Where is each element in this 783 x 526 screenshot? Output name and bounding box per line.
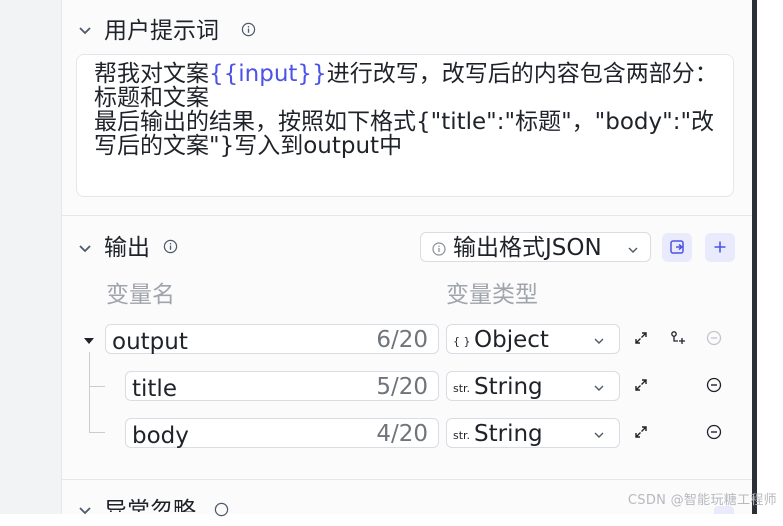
expand-icon[interactable] xyxy=(633,377,649,393)
remove-icon[interactable] xyxy=(706,424,722,440)
plus-icon xyxy=(714,241,726,253)
output-name-value: output xyxy=(112,329,188,355)
info-icon xyxy=(431,241,447,257)
string-type-icon: str. xyxy=(453,429,471,442)
exception-section-title: 异常忽略 xyxy=(104,498,196,524)
remove-disabled-icon xyxy=(706,330,722,346)
chevron-down-icon xyxy=(591,333,607,349)
tree-line xyxy=(89,352,90,432)
remove-icon[interactable] xyxy=(706,377,722,393)
expand-icon[interactable] xyxy=(633,330,649,346)
body-type-value: String xyxy=(474,421,543,447)
tree-line xyxy=(89,432,105,433)
watermark: CSDN @智能玩糖工程师 xyxy=(627,493,777,508)
body-name-value: body xyxy=(132,423,189,449)
body-type-select[interactable]: str. String xyxy=(446,418,620,448)
add-output-button[interactable] xyxy=(705,233,735,262)
info-icon[interactable] xyxy=(241,22,256,37)
object-type-icon: { } xyxy=(453,335,471,348)
body-char-count: 4/20 xyxy=(376,421,428,447)
output-format-value: 输出格式JSON xyxy=(453,235,602,261)
chevron-down-icon xyxy=(625,242,641,258)
section-divider xyxy=(62,479,752,480)
section-divider xyxy=(62,215,752,216)
caret-down-icon[interactable] xyxy=(81,333,97,349)
output-char-count: 6/20 xyxy=(376,327,428,353)
right-margin xyxy=(757,0,783,514)
output-type-select[interactable]: { } Object xyxy=(446,324,620,354)
column-header-type: 变量类型 xyxy=(446,282,538,308)
body-name-input[interactable]: body 4/20 xyxy=(125,418,439,449)
import-button[interactable] xyxy=(662,233,692,262)
title-name-value: title xyxy=(132,376,177,402)
chevron-down-icon xyxy=(591,380,607,396)
info-icon[interactable] xyxy=(163,239,178,254)
title-char-count: 5/20 xyxy=(376,374,428,400)
output-format-select[interactable]: 输出格式JSON xyxy=(420,232,651,262)
title-name-input[interactable]: title 5/20 xyxy=(125,371,439,402)
output-type-value: Object xyxy=(474,327,549,353)
add-child-icon[interactable] xyxy=(670,330,686,346)
prompt-variable: {{input}} xyxy=(209,61,327,87)
expand-icon[interactable] xyxy=(633,424,649,440)
prompt-text[interactable]: 帮我对文案{{input}}进行改写，改写后的内容包含两部分：标题和文案 最后输… xyxy=(94,62,724,158)
import-icon xyxy=(670,240,684,254)
output-name-input[interactable]: output 6/20 xyxy=(105,324,439,355)
output-section-title: 输出 xyxy=(104,235,150,261)
column-header-name: 变量名 xyxy=(106,282,175,308)
string-type-icon: str. xyxy=(453,382,471,395)
collapse-chevron-icon[interactable] xyxy=(77,240,93,256)
title-type-select[interactable]: str. String xyxy=(446,371,620,401)
info-icon[interactable] xyxy=(214,502,229,517)
title-type-value: String xyxy=(474,374,543,400)
left-sidebar-strip xyxy=(0,0,62,514)
prompt-text-before: 帮我对文案 xyxy=(94,61,209,87)
chevron-down-icon xyxy=(591,427,607,443)
collapse-chevron-icon[interactable] xyxy=(77,502,93,518)
prompt-editor[interactable]: 帮我对文案{{input}}进行改写，改写后的内容包含两部分：标题和文案 最后输… xyxy=(76,54,734,197)
collapse-chevron-icon[interactable] xyxy=(77,22,93,38)
prompt-section-title: 用户提示词 xyxy=(104,18,219,44)
tree-line xyxy=(89,386,105,387)
